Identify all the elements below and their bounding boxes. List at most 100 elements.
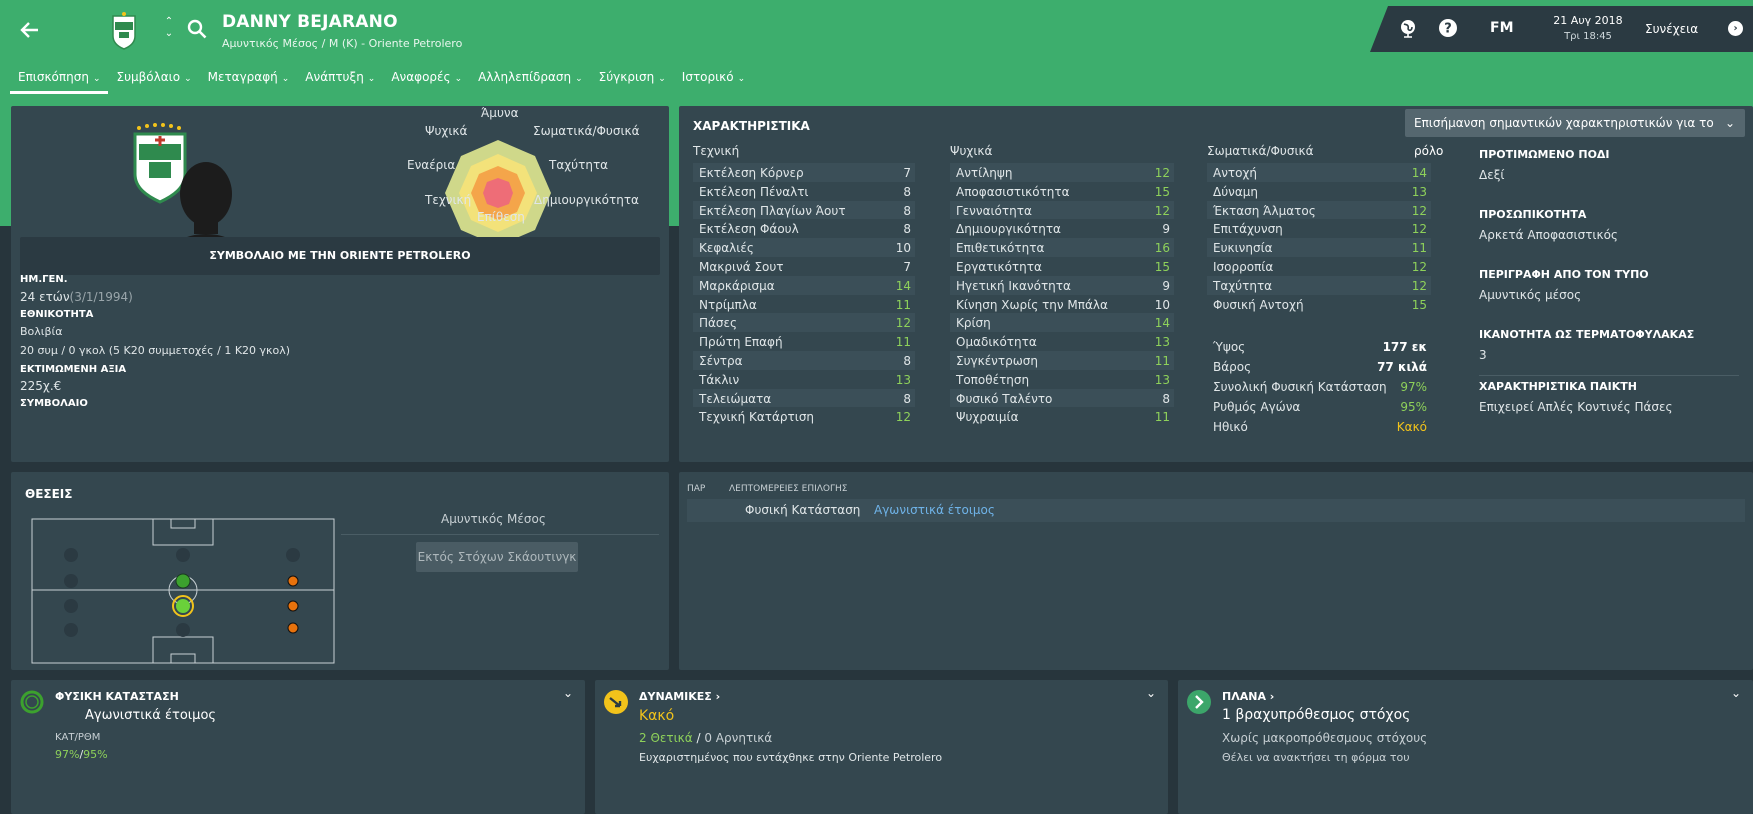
attribute-row[interactable]: Τάκλιν 13: [693, 370, 915, 389]
radar-label-physical: Σωματικά/Φυσικά: [533, 124, 640, 138]
fm-menu-button[interactable]: FM: [1490, 20, 1514, 36]
attribute-row[interactable]: Σέντρα 8: [693, 351, 915, 370]
attribute-row[interactable]: Ηγετική Ικανότητα 9: [950, 275, 1174, 295]
attribute-value: 12: [1154, 166, 1170, 180]
attribute-value: 10: [895, 241, 911, 256]
attribute-row[interactable]: Συγκέντρωση 11: [950, 351, 1174, 370]
attribute-row[interactable]: Δημιουργικότητα 9: [950, 219, 1174, 238]
player-traits-value[interactable]: Επιχειρεί Απλές Κοντινές Πάσες: [1479, 400, 1673, 414]
attribute-row[interactable]: Κίνηση Χωρίς την Μπάλα 10: [950, 295, 1174, 314]
attribute-row[interactable]: Εκτέλεση Πλαγίων Άουτ 8: [693, 200, 915, 220]
tab-history[interactable]: Ιστορικό ⌄: [674, 66, 753, 94]
plans-card[interactable]: ΠΛΑΝΑ › ⌄ 1 βραχυπρόθεσμος στόχος Χωρίς …: [1178, 680, 1753, 814]
attribute-row[interactable]: Μακρινά Σουτ 7: [693, 257, 915, 276]
attribute-value: 9: [1162, 278, 1170, 293]
chevron-down-icon[interactable]: ⌄: [1731, 686, 1741, 700]
plans-card-title[interactable]: ΠΛΑΝΑ ›: [1222, 690, 1274, 703]
attribute-value: 15: [1154, 184, 1170, 199]
attribute-row[interactable]: Τοποθέτηση 13: [950, 370, 1174, 389]
attribute-row[interactable]: Ύψος 177 εκ: [1207, 337, 1431, 357]
chevron-down-icon[interactable]: ⌄: [563, 686, 573, 700]
attribute-row[interactable]: Αποφασιστικότητα 15: [950, 182, 1174, 201]
scouting-target-button[interactable]: Εκτός Στόχων Σκάουτινγκ: [416, 542, 578, 572]
tab-contract[interactable]: Συμβόλαιο ⌄: [108, 66, 199, 94]
attribute-value: 7: [903, 166, 911, 180]
attribute-row[interactable]: Φυσική Αντοχή 15: [1207, 295, 1431, 314]
negative-count: 0 Αρνητικά: [704, 731, 773, 745]
tab-interaction[interactable]: Αλληλεπίδραση ⌄: [470, 66, 591, 94]
continue-arrow-icon[interactable]: ›: [1728, 21, 1743, 36]
attribute-row[interactable]: Τελειώματα 8: [693, 388, 915, 408]
dynamics-card-title[interactable]: ΔΥΝΑΜΙΚΕΣ ›: [639, 690, 720, 703]
attribute-row[interactable]: Επιθετικότητα 16: [950, 238, 1174, 257]
tab-transfer[interactable]: Μεταγραφή ⌄: [200, 66, 298, 94]
player-switch-arrows-icon[interactable]: ⌃ ⌄: [163, 16, 175, 40]
attribute-row[interactable]: Πάσες 12: [693, 313, 915, 333]
attribute-row[interactable]: Γενναιότητα 12: [950, 200, 1174, 220]
search-icon[interactable]: [186, 18, 208, 40]
attribute-name: Βάρος: [1213, 360, 1252, 374]
attribute-name: Ηγετική Ικανότητα: [956, 278, 1071, 293]
nationality-value[interactable]: Βολιβία: [20, 325, 63, 338]
tab-overview[interactable]: Επισκόπηση ⌄: [10, 66, 109, 94]
attribute-row[interactable]: Ρυθμός Αγώνα 95%: [1207, 397, 1431, 417]
attribute-row[interactable]: Αντοχή 14: [1207, 163, 1431, 182]
attribute-row[interactable]: Εκτέλεση Κόρνερ 7: [693, 163, 915, 182]
attribute-value: 11: [1411, 241, 1427, 256]
highlight-role-dropdown[interactable]: Επισήμανση σημαντικών χαρακτηριστικών γι…: [1405, 109, 1745, 158]
attribute-row[interactable]: Ντρίμπλα 11: [693, 295, 915, 314]
attribute-row[interactable]: Κεφαλιές 10: [693, 238, 915, 257]
club-crest-icon[interactable]: [110, 10, 138, 50]
selection-details-panel: ΠΑΡ ΛΕΠΤΟΜΕΡΕΙΕΣ ΕΠΙΛΟΓΗΣ Φυσική Κατάστα…: [679, 472, 1753, 670]
tab-label: Αλληλεπίδραση: [478, 70, 572, 84]
attribute-row[interactable]: Βάρος 77 κιλά: [1207, 357, 1431, 377]
attribute-row[interactable]: Ηθικό Κακό: [1207, 417, 1431, 437]
continue-button[interactable]: Συνέχεια: [1645, 22, 1698, 36]
world-globe-icon[interactable]: [1398, 18, 1420, 40]
back-arrow-icon[interactable]: [18, 18, 46, 46]
tab-development[interactable]: Ανάπτυξη ⌄: [297, 66, 383, 94]
contract-banner[interactable]: ΣΥΜΒΟΛΑΙΟ ΜΕ ΤΗΝ ORIENTE PETROLERO: [20, 237, 660, 275]
tab-reports[interactable]: Αναφορές ⌄: [383, 66, 470, 94]
attribute-row[interactable]: Εκτέλεση Πέναλτι 8: [693, 182, 915, 201]
attribute-value: 8: [903, 391, 911, 406]
morale-down-icon: [604, 690, 628, 714]
attribute-row[interactable]: Ταχύτητα 12: [1207, 275, 1431, 295]
separator: /: [696, 731, 701, 745]
attribute-row[interactable]: Τεχνική Κατάρτιση 12: [693, 407, 915, 426]
attribute-value: 97%: [1400, 380, 1427, 394]
attribute-row[interactable]: Συνολική Φυσική Κατάσταση 97%: [1207, 377, 1431, 397]
attribute-row[interactable]: Επιτάχυνση 12: [1207, 219, 1431, 238]
help-icon[interactable]: ?: [1438, 18, 1460, 40]
tab-label: Μεταγραφή: [207, 70, 278, 84]
chevron-down-icon: ⌄: [658, 74, 666, 84]
condition-value: 97%: [55, 748, 80, 761]
radar-label-attacking: Επίθεση: [477, 210, 525, 224]
fitness-card[interactable]: ΦΥΣΙΚΗ ΚΑΤΑΣΤΑΣΗ ⌄ Αγωνιστικά έτοιμος ΚΑ…: [11, 680, 585, 814]
attribute-row[interactable]: Αντίληψη 12: [950, 163, 1174, 182]
attribute-row[interactable]: Ομαδικότητα 13: [950, 332, 1174, 351]
attribute-row[interactable]: Πρώτη Επαφή 11: [693, 332, 915, 351]
attribute-name: Πρώτη Επαφή: [699, 335, 783, 350]
tab-comparison[interactable]: Σύγκριση ⌄: [591, 66, 674, 94]
player-subtitle: Αμυντικός Μέσος / Μ (Κ) - Oriente Petrol…: [222, 37, 463, 50]
attribute-row[interactable]: Δύναμη 13: [1207, 182, 1431, 201]
attribute-name: Συγκέντρωση: [956, 354, 1038, 368]
attribute-row[interactable]: Μαρκάρισμα 14: [693, 275, 915, 295]
attribute-value: 12: [895, 410, 911, 425]
attribute-row[interactable]: Ευκινησία 11: [1207, 238, 1431, 257]
attribute-name: Σέντρα: [699, 354, 743, 368]
selection-row-value[interactable]: Αγωνιστικά έτοιμος: [874, 503, 995, 517]
dynamics-card[interactable]: ΔΥΝΑΜΙΚΕΣ › ⌄ Κακό 2 Θετικά / 0 Αρνητικά…: [595, 680, 1168, 814]
attribute-row[interactable]: Ψυχραιμία 11: [950, 407, 1174, 426]
attribute-row[interactable]: Εκτέλεση Φάουλ 8: [693, 219, 915, 238]
attribute-row[interactable]: Εργατικότητα 15: [950, 257, 1174, 276]
attribute-value: 10: [1154, 297, 1170, 312]
attribute-row[interactable]: Κρίση 14: [950, 313, 1174, 333]
chevron-down-icon[interactable]: ⌄: [1146, 686, 1156, 700]
personality-value: Αρκετά Αποφασιστικός: [1479, 228, 1618, 242]
attribute-name: Επιτάχυνση: [1213, 222, 1283, 237]
attribute-row[interactable]: Έκταση Άλματος 12: [1207, 200, 1431, 220]
attribute-row[interactable]: Ισορροπία 12: [1207, 257, 1431, 276]
attribute-row[interactable]: Φυσικό Ταλέντο 8: [950, 388, 1174, 408]
